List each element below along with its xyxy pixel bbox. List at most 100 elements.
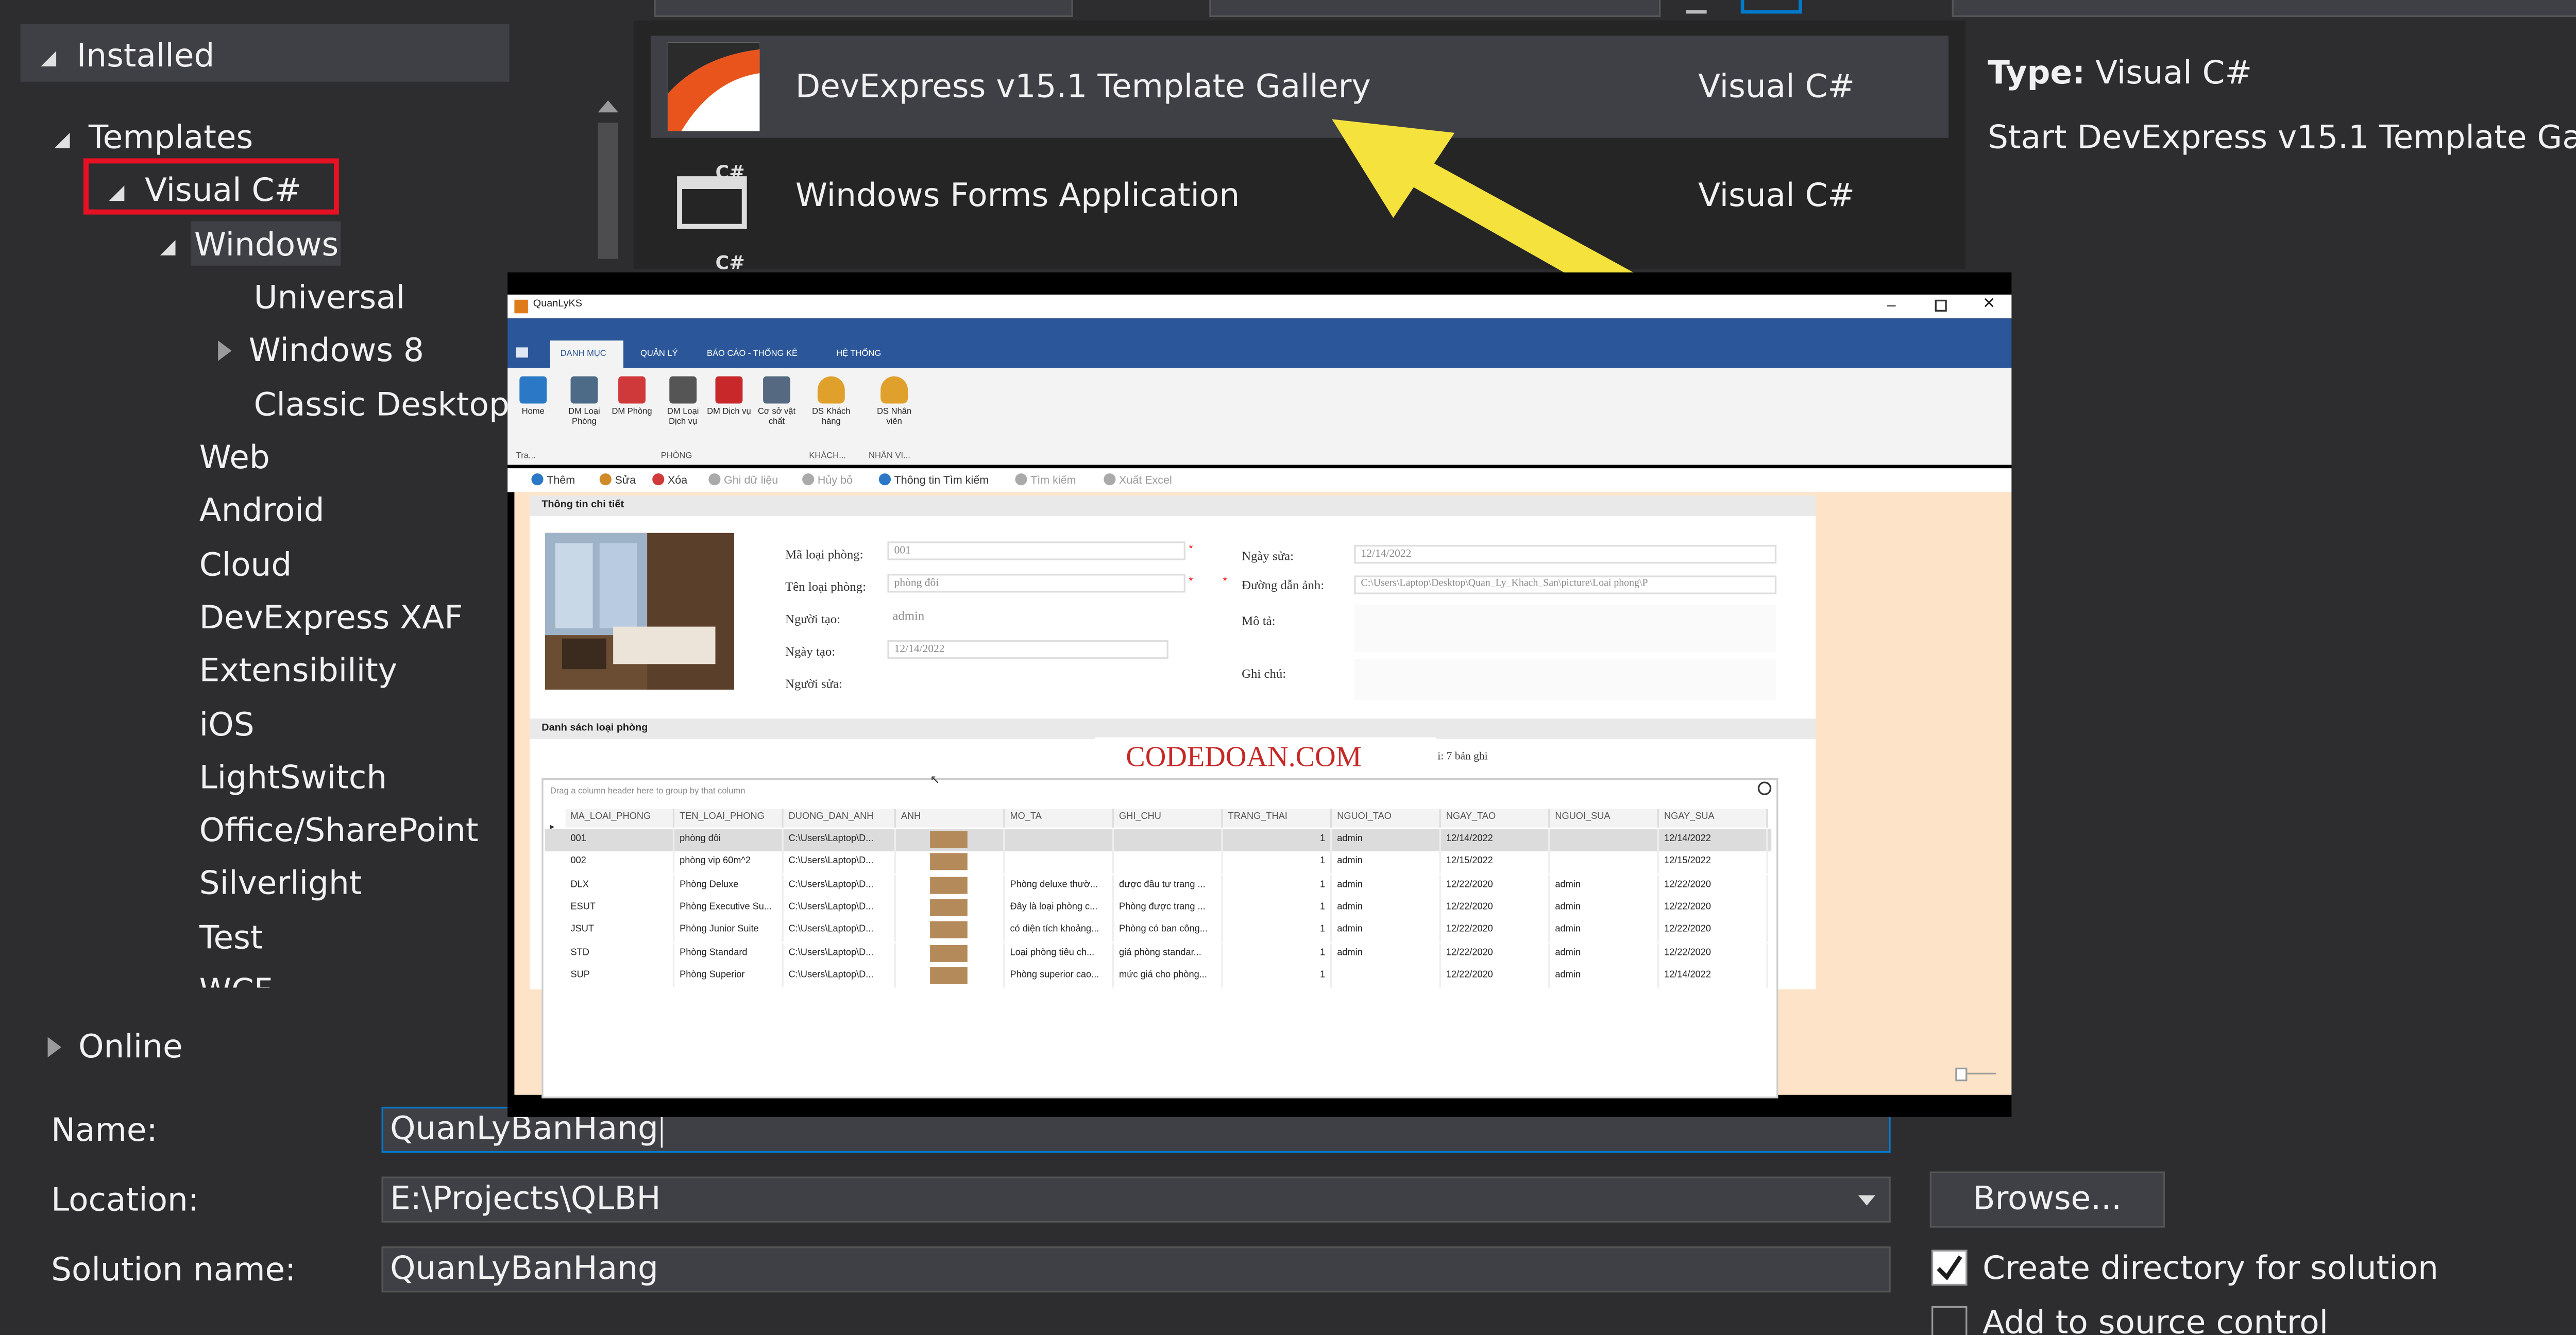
table-cell[interactable]: 12/22/2020 [1441,897,1550,919]
table-cell[interactable]: admin [1550,897,1659,919]
table-cell[interactable]: Phòng Executive Su... [674,897,784,919]
table-cell[interactable] [896,965,1005,987]
solution-name-input[interactable]: QuanLyBanHang [381,1246,1891,1293]
table-cell[interactable]: admin [1550,965,1659,987]
toolbar-button[interactable]: Thêm [531,473,575,487]
ten-loai-phong-input[interactable]: phòng đôi [887,574,1185,593]
tree-item[interactable]: LightSwitch [199,759,387,797]
table-cell[interactable]: 12/22/2020 [1659,942,1768,965]
table-cell[interactable]: 1 [1223,965,1332,987]
tree-item[interactable]: Office/SharePoint [199,812,479,850]
table-cell[interactable] [1550,851,1659,874]
ribbon-button[interactable]: DM Dịch vụ [707,376,751,417]
table-cell[interactable]: Loại phòng tiêu ch... [1005,942,1114,965]
grid-column-header[interactable]: NGAY_SUA [1659,809,1768,828]
table-cell[interactable]: C:\Users\Laptop\D... [784,919,896,942]
table-cell[interactable] [1005,829,1114,851]
minimize-icon[interactable]: – [1887,296,1896,313]
table-cell[interactable]: admin [1332,919,1441,942]
toolbar-button[interactable]: Sửa [599,473,636,487]
table-cell[interactable]: 12/22/2020 [1659,874,1768,897]
table-cell[interactable]: Phòng Superior [674,965,784,987]
table-cell[interactable]: 1 [1223,919,1332,942]
table-cell[interactable]: 12/22/2020 [1659,919,1768,942]
ribbon-button[interactable]: Cơ sở vật chất [755,376,799,427]
scroll-thumb[interactable] [598,123,619,259]
classic-desktop-node[interactable]: Classic Desktop [254,386,510,424]
table-cell[interactable] [896,829,1005,851]
table-cell[interactable] [896,874,1005,897]
table-cell[interactable]: Phòng Junior Suite [674,919,784,942]
grid-column-header[interactable]: NGAY_TAO [1440,809,1550,828]
table-cell[interactable]: Phòng Deluxe [674,874,784,897]
ribbon-button[interactable]: DM Loại Dịch vụ [661,376,705,427]
table-cell[interactable]: 12/22/2020 [1441,874,1550,897]
table-cell[interactable]: 1 [1223,874,1332,897]
ngay-tao-input[interactable]: 12/14/2022 [887,640,1168,659]
grid-column-header[interactable]: ANH [895,809,1005,828]
table-cell[interactable]: 12/22/2020 [1441,919,1550,942]
tree-item[interactable]: Extensibility [199,653,397,690]
ribbon-button[interactable]: DM Loại Phòng [562,376,606,427]
table-cell[interactable] [896,851,1005,874]
visual-csharp-node[interactable]: Visual C# [109,172,301,210]
table-cell[interactable]: Phòng Standard [674,942,784,965]
ngay-sua-input[interactable]: 12/14/2022 [1354,544,1777,564]
table-cell[interactable]: ESUT [566,897,675,919]
universal-node[interactable]: Universal [254,279,405,317]
tree-item[interactable]: Android [199,492,325,530]
search-templates-input[interactable] [1952,0,2576,18]
ribbon-button[interactable]: DM Phòng [610,376,654,417]
table-cell[interactable]: C:\Users\Laptop\D... [784,874,896,897]
table-cell[interactable] [1005,851,1114,874]
table-cell[interactable]: 12/14/2022 [1659,965,1768,987]
tab-quan-ly[interactable]: QUẢN LÝ [640,349,678,360]
table-cell[interactable]: admin [1332,897,1441,919]
list-view-icon[interactable] [1740,0,1802,14]
table-cell[interactable]: C:\Users\Laptop\D... [784,897,896,919]
table-cell[interactable] [896,942,1005,965]
table-cell[interactable]: 12/14/2022 [1441,829,1550,851]
table-cell[interactable]: 12/22/2020 [1659,897,1768,919]
table-cell[interactable]: 1 [1223,942,1332,965]
table-cell[interactable]: admin [1332,829,1441,851]
table-cell[interactable] [896,919,1005,942]
close-icon[interactable]: ✕ [1982,295,1995,313]
ribbon-button[interactable]: DS Nhân viên [872,376,917,427]
table-cell[interactable]: 12/15/2022 [1441,851,1550,874]
template-row-winforms[interactable]: C# Windows Forms Application Visual C# [651,145,1948,247]
windows8-node[interactable]: Windows 8 [218,332,424,369]
table-cell[interactable]: giá phòng standar... [1114,942,1223,965]
table-cell[interactable]: 1 [1223,829,1332,851]
tree-scrollbar[interactable] [589,93,627,281]
ribbon-button[interactable]: Home [511,376,555,417]
table-cell[interactable]: Phòng deluxe thườ... [1005,874,1114,897]
table-cell[interactable]: 12/22/2020 [1441,965,1550,987]
table-cell[interactable]: 1 [1223,897,1332,919]
tree-item[interactable]: Silverlight [199,866,362,903]
tab-he-thong[interactable]: HỆ THỐNG [836,349,881,360]
table-cell[interactable] [1114,829,1223,851]
table-cell[interactable]: JSUT [566,919,675,942]
grid-column-header[interactable]: TEN_LOAI_PHONG [674,809,784,828]
table-cell[interactable] [1550,829,1659,851]
app-menu-icon[interactable] [516,347,528,358]
search-icon[interactable] [1757,781,1772,795]
table-cell[interactable]: 12/14/2022 [1659,829,1768,851]
maximize-icon[interactable] [1935,299,1947,312]
table-cell[interactable] [1332,965,1441,987]
tree-item[interactable]: iOS [199,706,255,743]
table-cell[interactable]: Phòng có ban công... [1114,919,1223,942]
template-row-devexpress[interactable]: DevExpress v15.1 Template Gallery Visual… [650,36,1949,138]
tree-item[interactable]: Cloud [199,546,292,584]
table-cell[interactable]: C:\Users\Laptop\D... [784,942,896,965]
zoom-slider-thumb[interactable] [1955,1067,1968,1082]
table-cell[interactable]: phòng vip 60m^2 [674,851,784,874]
table-cell[interactable]: Phòng superior cao... [1005,965,1114,987]
sort-dropdown[interactable] [1209,0,1661,18]
location-input[interactable]: E:\Projects\QLBH [381,1176,1891,1223]
templates-node[interactable]: Templates [54,119,253,157]
framework-dropdown[interactable] [654,0,1073,18]
table-cell[interactable]: Đây là loại phòng c... [1005,897,1114,919]
toolbar-button[interactable]: Ghi dữ liệu [708,473,778,487]
